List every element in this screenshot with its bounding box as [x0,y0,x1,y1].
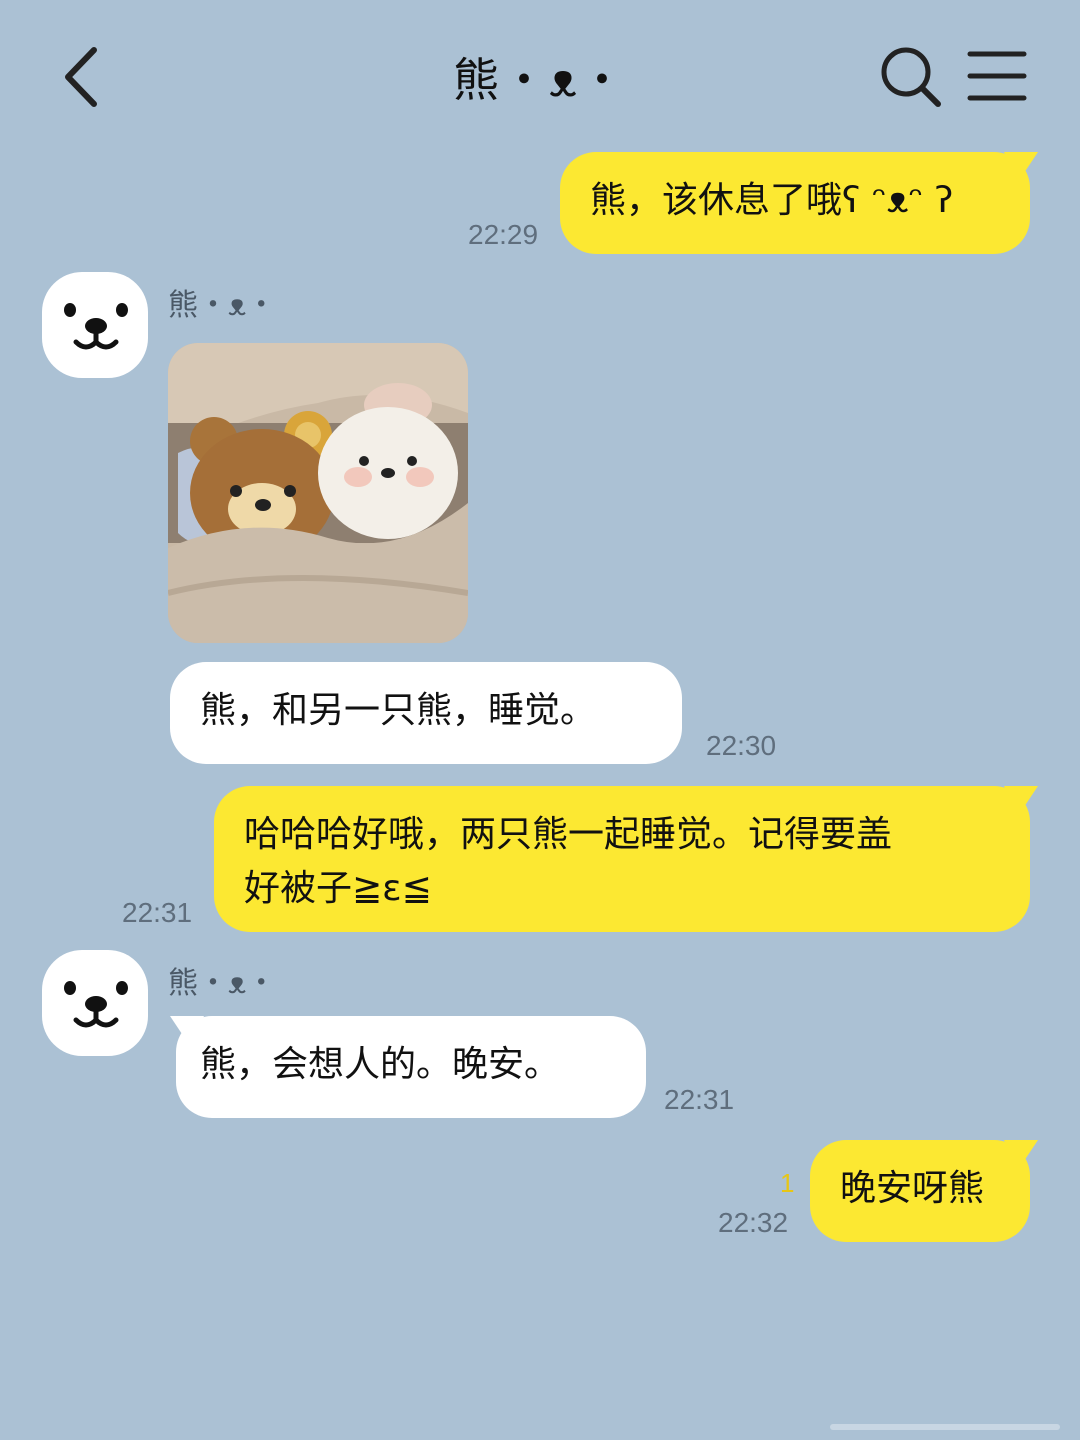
bubble-tail [1004,1140,1038,1170]
their-message-bubble[interactable]: 熊，会想人的。晚安。 [176,1016,646,1118]
bubble-tail [1004,152,1038,182]
message-text: 晚安呀熊 [840,1168,985,1209]
my-message-bubble[interactable]: 哈哈哈好哦，两只熊一起睡觉。记得要盖 好被子≧ε≦ [214,786,1030,932]
chat-screen: 熊・ᴥ・ 22:29 熊，该休息了哦ʕ ᵔᴥᵔ ʔ 熊・ᴥ・ 熊，和另一只熊，睡… [0,0,1080,1440]
unread-count: 1 [780,1168,795,1198]
message-timestamp: 22:30 [706,730,777,761]
search-button[interactable] [878,44,944,110]
my-message-bubble[interactable]: 熊，该休息了哦ʕ ᵔᴥᵔ ʔ [560,152,1030,254]
their-message-bubble[interactable]: 熊，和另一只熊，睡觉。 [170,662,682,764]
my-message-bubble[interactable]: 晚安呀熊 [810,1140,1030,1242]
bear-face-icon [64,303,128,350]
bear-face-icon [64,981,128,1028]
plush-bears-photo [168,343,468,643]
message-text: 熊，和另一只熊，睡觉。 [200,690,597,731]
search-icon [881,47,941,107]
sender-name: 熊・ᴥ・ [168,966,277,1001]
home-indicator[interactable] [830,1424,1060,1430]
chat-header: 熊・ᴥ・ [0,0,1080,150]
message-text: 熊，该休息了哦ʕ ᵔᴥᵔ ʔ [590,180,954,221]
sender-avatar[interactable] [42,950,148,1056]
message-timestamp: 22:29 [468,219,539,250]
bubble-tail [1004,786,1038,816]
sender-name: 熊・ᴥ・ [168,288,277,323]
hamburger-menu-icon [967,51,1027,101]
menu-button[interactable] [966,48,1028,104]
message-text-line: 哈哈哈好哦，两只熊一起睡觉。记得要盖 [244,814,893,855]
message-text: 熊，会想人的。晚安。 [200,1044,561,1085]
message-timestamp: 22:31 [664,1084,735,1115]
message-timestamp: 22:31 [122,897,193,928]
message-timestamp: 22:32 [718,1207,789,1238]
sender-avatar[interactable] [42,272,148,378]
message-text-line: 好被子≧ε≦ [244,868,432,909]
shared-photo[interactable] [168,343,468,643]
